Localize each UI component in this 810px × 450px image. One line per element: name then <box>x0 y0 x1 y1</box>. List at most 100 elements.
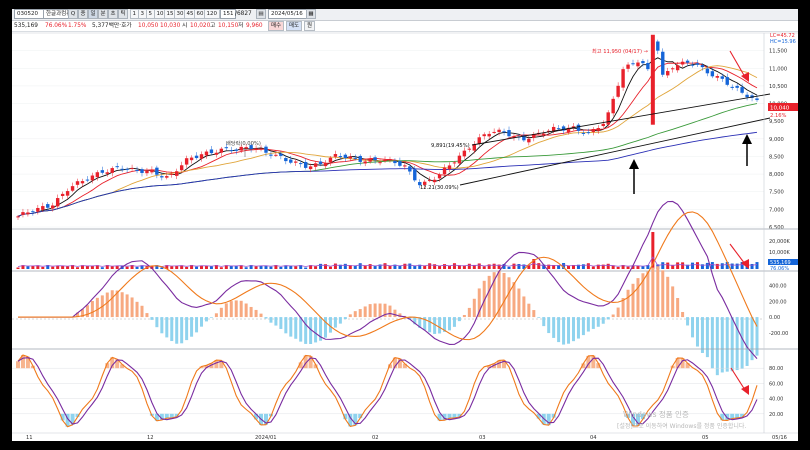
stoch-overbought-fill <box>16 361 20 369</box>
macd-histogram-bar <box>656 266 660 318</box>
macd-histogram-bar <box>175 317 179 344</box>
candle-up <box>542 133 546 135</box>
candle-up <box>492 131 496 133</box>
stoch-tick-label: 80.00 <box>769 366 783 372</box>
ma5-line <box>17 57 758 217</box>
last-price-label: 10,040 <box>770 106 790 112</box>
candle-up <box>165 176 169 178</box>
macd-histogram-bar <box>567 317 571 344</box>
candle-down <box>398 161 402 166</box>
candle-up <box>487 133 491 137</box>
price-tick-label: 7,000 <box>769 207 784 213</box>
volume-bar <box>715 263 719 269</box>
hc-label: HC=15.96 <box>770 39 796 45</box>
candle-up <box>477 137 481 144</box>
macd-histogram-bar <box>661 270 665 318</box>
volume-bar <box>343 263 347 269</box>
macd-histogram-bar <box>596 317 600 327</box>
macd-histogram-bar <box>705 317 709 358</box>
macd-histogram-bar <box>695 317 699 347</box>
price-panel: 11,50011,00010,50010,0009,5009,0008,5008… <box>12 32 798 231</box>
candle-up <box>16 216 20 218</box>
macd-histogram-bar <box>314 317 318 343</box>
macd-histogram-bar <box>547 317 551 334</box>
volume-bar <box>438 265 442 269</box>
candle-down <box>581 132 586 134</box>
candle-up <box>51 205 55 209</box>
change-label: 2.16% <box>770 113 787 119</box>
macd-histogram-bar <box>204 317 208 322</box>
candle-down <box>135 169 139 171</box>
candle-up <box>110 168 114 173</box>
candle-up <box>388 159 392 161</box>
candle-up <box>333 154 338 157</box>
price-tick-label: 10,500 <box>769 84 787 90</box>
candle-down <box>373 157 377 161</box>
candle-up <box>601 123 605 127</box>
candle-up <box>75 181 80 185</box>
x-axis: 11 12 2024/01 02 03 04 05 05/16 <box>12 432 798 441</box>
candle-up <box>591 129 596 132</box>
candle-up <box>616 85 620 97</box>
macd-histogram-bar <box>562 317 566 345</box>
macd-histogram-bar <box>219 307 223 318</box>
candle-down <box>586 132 591 134</box>
x-tick-label: 05/16 <box>772 435 787 441</box>
price-tick-label: 6,500 <box>769 225 784 231</box>
windows-watermark-text: [설정]으로 이동하여 Windows를 정품 인증합니다. <box>617 423 747 430</box>
x-tick-label: 2024/01 <box>255 435 277 441</box>
candle-up <box>21 212 25 215</box>
candle-down <box>725 77 729 85</box>
candle-up <box>363 161 367 164</box>
stoch-oversold-fill <box>164 413 169 419</box>
macd-histogram-bar <box>85 305 89 318</box>
macd-histogram-bar <box>229 301 233 318</box>
macd-histogram-bar <box>715 317 719 376</box>
annotation-dividend: 배당락(0.00%) <box>226 139 261 147</box>
macd-histogram-bar <box>324 317 328 338</box>
volume-bar <box>403 263 407 269</box>
macd-histogram-bar <box>393 309 397 318</box>
volume-bar <box>279 266 283 269</box>
price-tick-label: 9,000 <box>769 137 784 143</box>
volume-tick-label: 20,000K <box>769 239 790 245</box>
candle-up <box>437 174 442 179</box>
candle-down <box>700 65 705 68</box>
stoch-tick-label: 20.00 <box>769 412 783 418</box>
volume-bar <box>51 266 55 269</box>
candle-up <box>70 186 75 191</box>
candle-down <box>656 41 660 51</box>
candle-down <box>160 176 164 178</box>
candle-up <box>313 163 318 167</box>
volume-bar <box>170 266 174 269</box>
candle-up <box>80 181 85 184</box>
macd-histogram-bar <box>348 314 352 318</box>
macd-histogram-bar <box>304 317 308 344</box>
volume-bar <box>328 266 332 269</box>
candle-up <box>462 150 467 157</box>
macd-histogram-bar <box>755 317 759 356</box>
candle-up <box>145 170 149 174</box>
stoch-tick-label: 40.00 <box>769 397 783 403</box>
macd-histogram-bar <box>428 317 432 333</box>
candle-up <box>199 154 204 159</box>
volume-bar <box>90 265 94 269</box>
macd-histogram-bar <box>125 294 129 318</box>
price-tick-label: 8,500 <box>769 154 784 160</box>
volume-bar <box>185 266 189 269</box>
macd-histogram-bar <box>452 317 456 327</box>
candle-up <box>150 169 154 173</box>
macd-histogram-bar <box>195 317 199 333</box>
volume-bar <box>41 266 45 269</box>
macd-histogram-bar <box>651 267 655 318</box>
stock-chart[interactable]: 11,50011,00010,50010,0009,5009,0008,5008… <box>12 9 798 441</box>
volume-bar <box>135 266 139 269</box>
candle-up <box>403 165 407 167</box>
x-tick-label: 03 <box>479 435 486 441</box>
macd-histogram-bar <box>502 273 506 318</box>
macd-histogram-bar <box>358 309 362 318</box>
macd-histogram-bar <box>378 303 382 318</box>
candle-up <box>680 61 685 65</box>
macd-histogram-bar <box>467 307 471 318</box>
volume-bar <box>219 267 223 269</box>
